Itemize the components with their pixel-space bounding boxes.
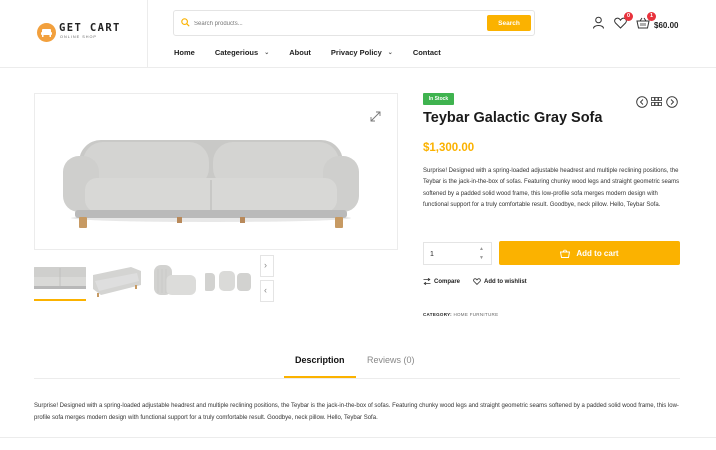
nav-categories[interactable]: Categerious ⌄: [215, 46, 269, 58]
next-product-icon[interactable]: [666, 96, 678, 108]
heart-icon: [473, 278, 481, 285]
quantity-input[interactable]: [430, 248, 470, 260]
nav-about[interactable]: About: [289, 46, 311, 58]
previous-product-icon[interactable]: [636, 96, 648, 108]
quantity-decrease-icon[interactable]: ▼: [479, 255, 484, 261]
thumbnail-close[interactable]: [205, 255, 251, 301]
search-input[interactable]: [194, 16, 434, 31]
search-bar: Search: [173, 10, 535, 36]
expand-icon[interactable]: [370, 111, 381, 122]
category-link[interactable]: HOME FURNITURE: [453, 312, 498, 317]
search-icon: [181, 18, 190, 27]
product-title: Teybar Galactic Gray Sofa: [423, 110, 603, 126]
sofa-thumbnail-image: [148, 255, 200, 301]
site-header: GET CART ONLINE SHOP Search Home Categer…: [0, 0, 716, 68]
wishlist-count-badge: 0: [624, 12, 633, 21]
section-divider: [0, 437, 716, 438]
sofa-thumbnail-image: [91, 255, 143, 301]
thumbnail-side[interactable]: [148, 255, 200, 301]
nav-label: Privacy Policy: [330, 47, 382, 57]
tab-description[interactable]: Description: [295, 355, 345, 365]
logo-tagline: ONLINE SHOP: [60, 35, 97, 39]
grid-icon[interactable]: [651, 97, 662, 107]
stock-badge: In Stock: [423, 93, 454, 105]
compare-link[interactable]: Compare: [423, 278, 460, 285]
logo-name: GET CART: [59, 22, 121, 34]
add-to-wishlist-link[interactable]: Add to wishlist: [473, 278, 527, 285]
sofa-thumbnail-image: [34, 255, 86, 299]
nav-label: About: [289, 47, 311, 57]
nav-contact[interactable]: Contact: [413, 46, 441, 58]
quantity-increase-icon[interactable]: ▲: [479, 246, 484, 252]
product-main-image[interactable]: [34, 93, 398, 250]
basket-icon: [560, 249, 571, 258]
user-icon[interactable]: [592, 16, 605, 29]
product-short-description: Surprise! Designed with a spring-loaded …: [423, 168, 680, 209]
nav-label: Contact: [412, 47, 441, 57]
nav-label: Home: [174, 47, 195, 57]
product-price: $1,300.00: [423, 142, 475, 154]
compare-label: Compare: [434, 278, 461, 285]
thumbnail-angle[interactable]: [91, 255, 143, 301]
main-nav: Home Categerious ⌄ About Privacy Policy ⌄ …: [174, 46, 461, 58]
nav-privacy-policy[interactable]: Privacy Policy ⌄: [331, 46, 393, 58]
chevron-left-icon: ‹: [264, 285, 267, 295]
sofa-thumbnail-image: [205, 255, 251, 301]
chevron-right-icon: ›: [264, 260, 267, 270]
cart-total[interactable]: $60.00: [654, 21, 678, 30]
nav-label: Categerious: [214, 47, 259, 57]
chevron-down-icon: ⌄: [387, 49, 393, 56]
chevron-down-icon: ⌄: [264, 49, 270, 56]
thumbnail-front[interactable]: [34, 255, 86, 301]
compare-arrows-icon: [423, 278, 431, 285]
description-content: Surprise! Designed with a spring-loaded …: [34, 403, 679, 421]
cart-count-badge: 1: [647, 12, 656, 21]
search-button[interactable]: Search: [487, 15, 531, 31]
product-tabs: Description Reviews (0): [0, 348, 716, 380]
category-label: CATEGORY:: [423, 312, 452, 317]
thumbnail-next-button[interactable]: ›: [260, 255, 274, 277]
add-to-cart-button[interactable]: Add to cart: [499, 241, 680, 265]
thumbnail-prev-button[interactable]: ‹: [260, 280, 274, 302]
add-to-cart-label: Add to cart: [576, 248, 619, 258]
product-category: CATEGORY: HOME FURNITURE: [423, 312, 498, 317]
sofa-logo-icon: [37, 23, 56, 42]
sofa-image: [63, 140, 359, 228]
active-tab-indicator: [284, 376, 356, 378]
nav-home[interactable]: Home: [174, 46, 195, 58]
wishlist-label: Add to wishlist: [484, 278, 527, 285]
tabs-divider: [34, 378, 680, 379]
quantity-stepper: ▲ ▼: [423, 242, 492, 265]
logo[interactable]: GET CART ONLINE SHOP: [0, 0, 148, 68]
tab-reviews[interactable]: Reviews (0): [367, 355, 415, 365]
